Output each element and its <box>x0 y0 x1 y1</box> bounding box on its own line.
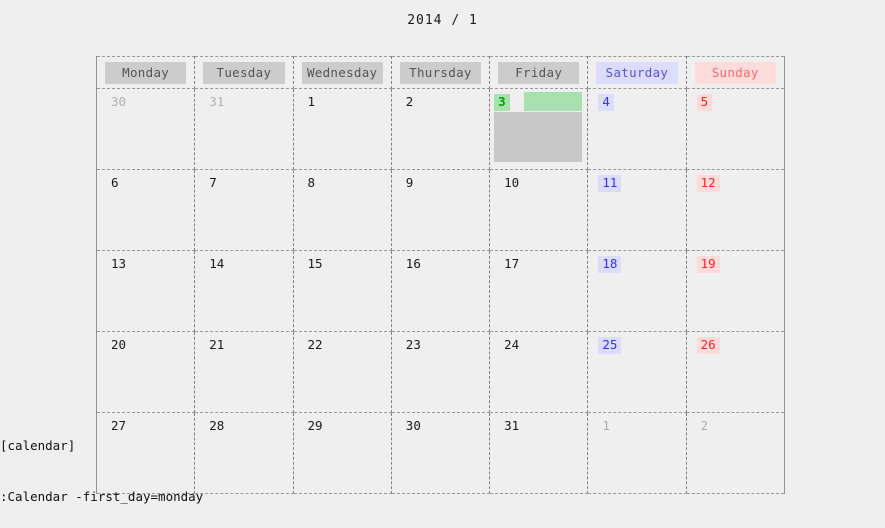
day-cell[interactable]: 26 <box>685 331 785 413</box>
weekday-header-label: Thursday <box>399 61 482 84</box>
weekday-header-row: Monday Tuesday Wednesday Thursday Friday… <box>95 56 785 89</box>
day-number: 3 <box>494 94 510 111</box>
day-cell[interactable]: 18 <box>587 250 687 332</box>
day-number: 25 <box>598 337 622 354</box>
day-number: 14 <box>209 256 225 271</box>
day-cell[interactable]: 8 <box>292 169 392 251</box>
day-number: 21 <box>209 337 225 352</box>
day-cell[interactable]: 31 <box>489 412 589 494</box>
weekday-header-wednesday[interactable]: Wednesday <box>292 56 392 89</box>
weekday-header-label: Monday <box>105 61 187 84</box>
day-cell[interactable]: 28 <box>194 412 294 494</box>
day-cell[interactable]: 13 <box>95 250 196 332</box>
day-cell[interactable]: 6 <box>95 169 196 251</box>
day-cell[interactable]: 1 <box>292 88 392 170</box>
day-number: 13 <box>111 256 127 271</box>
day-cell[interactable]: 17 <box>489 250 589 332</box>
day-number: 17 <box>504 256 520 271</box>
weekday-header-monday[interactable]: Monday <box>95 56 196 89</box>
day-cell[interactable]: 12 <box>685 169 785 251</box>
day-number: 5 <box>696 94 713 111</box>
day-number: 9 <box>405 175 414 190</box>
day-cell[interactable]: 5 <box>685 88 785 170</box>
day-cell[interactable]: 1 <box>587 412 687 494</box>
day-cell[interactable]: 10 <box>489 169 589 251</box>
calendar-week-row: 30 31 1 2 3 4 5 <box>95 88 785 170</box>
day-cell[interactable]: 2 <box>390 88 491 170</box>
selection-block <box>494 112 583 162</box>
day-cell[interactable]: 14 <box>194 250 294 332</box>
day-cell[interactable]: 19 <box>685 250 785 332</box>
day-cell[interactable]: 16 <box>390 250 491 332</box>
day-number: 8 <box>307 175 316 190</box>
day-number: 30 <box>405 418 421 433</box>
day-cell[interactable]: 23 <box>390 331 491 413</box>
weekday-header-thursday[interactable]: Thursday <box>390 56 491 89</box>
day-cell[interactable]: 4 <box>587 88 687 170</box>
day-cell[interactable]: 30 <box>95 88 196 170</box>
day-number: 20 <box>111 337 127 352</box>
page-title: 2014 / 1 <box>407 13 478 28</box>
day-number: 30 <box>111 94 127 109</box>
day-cell[interactable]: 31 <box>194 88 294 170</box>
day-number: 16 <box>405 256 421 271</box>
day-number: 2 <box>700 418 709 433</box>
day-number: 15 <box>307 256 323 271</box>
footer: [calendar] :Calendar -first_day=monday <box>0 403 203 522</box>
day-cell[interactable]: 21 <box>194 331 294 413</box>
day-cell[interactable]: 15 <box>292 250 392 332</box>
day-number: 12 <box>696 175 720 192</box>
day-cell[interactable]: 25 <box>587 331 687 413</box>
day-cell[interactable]: 7 <box>194 169 294 251</box>
day-number: 1 <box>602 418 610 433</box>
today-highlight-bar <box>524 92 583 111</box>
day-number: 4 <box>598 94 614 111</box>
day-cell[interactable]: 30 <box>390 412 491 494</box>
weekday-header-sunday[interactable]: Sunday <box>685 56 785 89</box>
day-number: 22 <box>307 337 323 352</box>
day-number: 24 <box>504 337 520 352</box>
weekday-header-label: Saturday <box>596 61 678 84</box>
day-cell[interactable]: 29 <box>292 412 392 494</box>
day-number: 6 <box>111 175 119 190</box>
calendar-week-row: 13 14 15 16 17 18 19 <box>95 250 785 332</box>
day-number: 10 <box>504 175 520 190</box>
day-number: 31 <box>209 94 225 109</box>
day-number: 7 <box>209 175 217 190</box>
day-number: 11 <box>598 175 622 192</box>
weekday-header-label: Sunday <box>694 61 776 84</box>
calendar-week-row: 6 7 8 9 10 11 12 <box>95 169 785 251</box>
footer-command: :Calendar -first_day=monday <box>0 489 204 504</box>
day-cell[interactable]: 20 <box>95 331 196 413</box>
weekday-header-label: Tuesday <box>203 61 285 84</box>
weekday-header-label: Friday <box>498 61 580 84</box>
weekday-header-saturday[interactable]: Saturday <box>587 56 687 89</box>
day-cell[interactable]: 22 <box>292 331 392 413</box>
day-cell-selected[interactable]: 3 <box>489 88 589 170</box>
day-cell[interactable]: 2 <box>685 412 785 494</box>
day-cell[interactable]: 11 <box>587 169 687 251</box>
day-number: 28 <box>209 418 225 433</box>
day-number: 23 <box>405 337 421 352</box>
day-number: 1 <box>307 94 316 109</box>
day-number: 18 <box>598 256 622 273</box>
day-number: 31 <box>504 418 520 433</box>
day-cell[interactable]: 24 <box>489 331 589 413</box>
footer-plugin-name: [calendar] <box>0 438 76 453</box>
day-number: 29 <box>307 418 323 433</box>
weekday-header-tuesday[interactable]: Tuesday <box>194 56 294 89</box>
weekday-header-friday[interactable]: Friday <box>489 56 589 89</box>
day-number: 19 <box>696 256 720 273</box>
day-cell[interactable]: 9 <box>390 169 491 251</box>
weekday-header-label: Wednesday <box>301 61 383 84</box>
day-number: 26 <box>696 337 720 354</box>
day-number: 2 <box>405 94 414 109</box>
calendar-week-row: 20 21 22 23 24 25 26 <box>95 331 785 413</box>
